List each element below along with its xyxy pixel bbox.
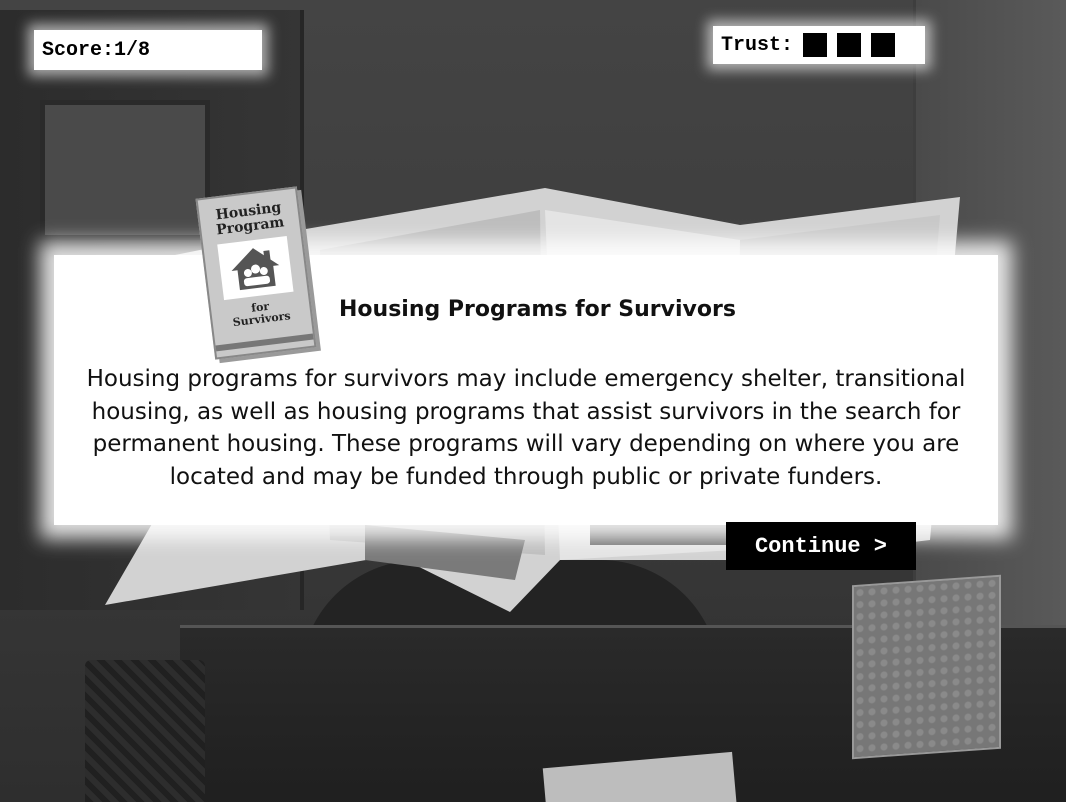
- house-family-icon: [217, 235, 294, 301]
- trust-block: [803, 33, 828, 57]
- trust-blocks: [803, 33, 896, 57]
- dialog-title: Housing Programs for Survivors: [339, 297, 736, 322]
- brochure-title: Housing Program: [199, 199, 300, 241]
- score-label: Score:1/8: [42, 38, 151, 62]
- brochure-subtitle: for Survivors: [211, 296, 311, 332]
- info-dialog: Housing Programs for Survivors Housing p…: [54, 255, 998, 525]
- dialog-body: Housing programs for survivors may inclu…: [86, 366, 966, 490]
- continue-button[interactable]: Continue >: [726, 522, 916, 570]
- trust-block: [871, 33, 896, 57]
- brochure-stripe: [215, 333, 314, 352]
- housing-brochure-image: Housing Program for Survivors: [195, 186, 317, 360]
- trust-label: Trust:: [721, 33, 794, 57]
- score-display: Score:1/8: [34, 30, 262, 70]
- game-scene: Score:1/8 Trust: Housing Programs for Su…: [0, 0, 1066, 802]
- trust-meter: Trust:: [713, 26, 925, 64]
- trust-block: [837, 33, 862, 57]
